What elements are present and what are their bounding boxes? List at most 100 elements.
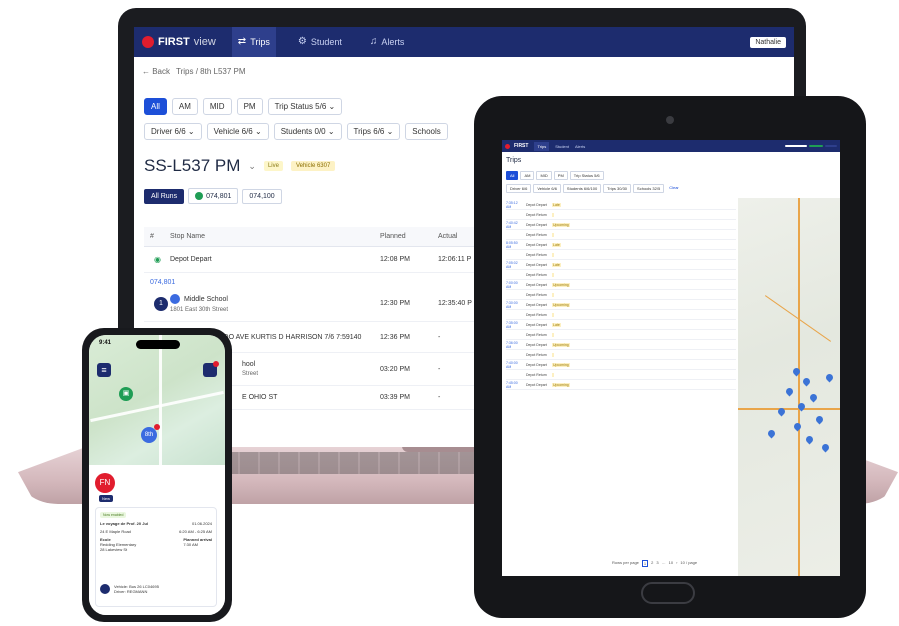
- trip-row[interactable]: 7:05:02 AM Depot Depart Late: [506, 260, 736, 270]
- firstview-logo[interactable]: FIRST: [505, 143, 528, 149]
- trip-row[interactable]: Depot Return: [506, 210, 736, 220]
- trip-row[interactable]: 7:40:42 AM Depot Depart Upcoming: [506, 220, 736, 230]
- avatar[interactable]: FN: [95, 473, 115, 493]
- tablet-user-box[interactable]: [785, 145, 837, 147]
- trip-status-dropdown[interactable]: Trip Status 5/6 ⌄: [267, 98, 343, 115]
- trip-row[interactable]: 7:00:00 AM Depot Depart Upcoming: [506, 280, 736, 290]
- tab-run-1[interactable]: 074,801: [188, 188, 239, 204]
- trip-row[interactable]: Depot Return: [506, 350, 736, 360]
- filter-mid[interactable]: MID: [536, 171, 552, 180]
- trip-row[interactable]: Depot Return: [506, 330, 736, 340]
- trips-dropdown[interactable]: Trips 6/6 ⌄: [346, 123, 401, 140]
- phone-map[interactable]: 9:41 ≡ ▣ 8th: [89, 335, 225, 465]
- tab-all-runs[interactable]: All Runs: [144, 188, 185, 204]
- trip-row[interactable]: 7:45:00 AM Depot Depart Upcoming: [506, 380, 736, 390]
- trip-time[interactable]: 7:40:42 AM: [506, 221, 522, 229]
- nav-tab-student[interactable]: ⚙ Student: [292, 27, 348, 57]
- trip-time[interactable]: 7:36:00 AM: [506, 341, 522, 349]
- tab-run-2[interactable]: 074,100: [242, 188, 282, 204]
- page-1[interactable]: 1: [641, 560, 649, 567]
- stop-marker[interactable]: 8th: [141, 424, 160, 443]
- trip-status-dropdown[interactable]: Trip Status 5/6: [569, 171, 604, 180]
- trip-row[interactable]: Depot Return: [506, 230, 736, 240]
- nav-tab-trips[interactable]: ⇄ Trips: [231, 27, 276, 57]
- filter-pm[interactable]: PM: [236, 98, 263, 115]
- students-dropdown[interactable]: Students 0/0 ⌄: [273, 123, 342, 140]
- trip-time[interactable]: 7:45:00 AM: [506, 381, 522, 389]
- trip-row[interactable]: Depot Return: [506, 270, 736, 280]
- vehicle-dropdown[interactable]: Vehicle 6/6: [533, 184, 561, 193]
- trip-time[interactable]: 7:30:00 AM: [506, 301, 522, 309]
- tablet-attribute-filters: Driver 6/6 Vehicle 6/6 Students 6/6/100 …: [502, 182, 840, 195]
- trip-id-link[interactable]: 074,801: [144, 273, 484, 286]
- filter-am[interactable]: AM: [520, 171, 535, 180]
- bus-pin-icon[interactable]: [804, 434, 815, 445]
- page-10[interactable]: 10: [669, 560, 673, 567]
- search-box[interactable]: [785, 145, 807, 147]
- back-link[interactable]: ← Back: [142, 67, 170, 76]
- bus-icon[interactable]: ▣: [119, 387, 133, 401]
- trip-time[interactable]: 7:05:02 AM: [506, 261, 522, 269]
- bus-pin-icon[interactable]: [792, 421, 803, 432]
- trip-time[interactable]: 8:05:50 AM: [506, 241, 522, 249]
- next-page-icon[interactable]: ›: [676, 560, 677, 567]
- trips-dropdown[interactable]: Trips 30/30: [603, 184, 632, 193]
- table-row[interactable]: ◉ Depot Depart 12:08 PM 12:06:11 P: [144, 247, 484, 273]
- trip-row[interactable]: 7:40:00 AM Depot Depart Upcoming: [506, 360, 736, 370]
- user-chip[interactable]: [825, 145, 837, 147]
- driver-dropdown[interactable]: Driver 6/6: [506, 184, 532, 193]
- filter-am[interactable]: AM: [171, 98, 198, 115]
- trip-row[interactable]: 7:35:00 AM Depot Depart Late: [506, 320, 736, 330]
- home-button[interactable]: [641, 582, 695, 604]
- status-badge: [552, 252, 554, 257]
- clear-filters-button[interactable]: Clear: [666, 184, 682, 193]
- page-size-select[interactable]: 10 / page: [680, 560, 697, 567]
- trip-time[interactable]: 7:35:00 AM: [506, 321, 522, 329]
- bus-pin-icon[interactable]: [824, 372, 835, 383]
- trip-row[interactable]: Depot Return: [506, 310, 736, 320]
- chevron-down-icon[interactable]: ⌄: [248, 161, 256, 172]
- tablet-top-nav: FIRST Trips Student Alerts: [502, 140, 840, 152]
- bus-pin-icon[interactable]: [801, 376, 812, 387]
- user-menu[interactable]: Nathalie: [750, 36, 786, 48]
- schools-dropdown[interactable]: Schools 32/5: [633, 184, 665, 193]
- trip-time[interactable]: 7:35:12 AM: [506, 201, 522, 209]
- trip-row[interactable]: Depot Return: [506, 290, 736, 300]
- nav-tab-alerts[interactable]: ♫ Alerts: [364, 27, 411, 57]
- trip-time[interactable]: 7:40:00 AM: [506, 361, 522, 369]
- trip-card[interactable]: Now enabled Le voyage de Prof. 20 Jul 01…: [95, 507, 217, 607]
- filter-all[interactable]: All: [144, 98, 167, 115]
- trip-row[interactable]: 8:05:50 AM Depot Depart Late: [506, 240, 736, 250]
- trip-row[interactable]: 7:30:00 AM Depot Depart Upcoming: [506, 300, 736, 310]
- nav-tab-alerts[interactable]: Alerts: [575, 144, 585, 149]
- trip-time[interactable]: 7:00:00 AM: [506, 281, 522, 289]
- trip-row[interactable]: Depot Return: [506, 250, 736, 260]
- trip-row[interactable]: 7:36:00 AM Depot Depart Upcoming: [506, 340, 736, 350]
- status-badge: Late: [552, 262, 561, 267]
- schools-dropdown[interactable]: Schools: [405, 123, 448, 140]
- page-2[interactable]: 2: [651, 560, 653, 567]
- filter-mid[interactable]: MID: [202, 98, 232, 115]
- page-3[interactable]: 3: [656, 560, 658, 567]
- notification-bell-icon[interactable]: [203, 361, 219, 377]
- nav-tab-label: Alerts: [381, 37, 405, 47]
- trip-date: 01.06.2024: [191, 521, 212, 526]
- trip-row[interactable]: Depot Return: [506, 370, 736, 380]
- students-dropdown[interactable]: Students 6/6/100: [562, 184, 602, 193]
- nav-tab-trips[interactable]: Trips: [534, 141, 550, 151]
- nav-tab-student[interactable]: Student: [555, 144, 569, 149]
- menu-icon[interactable]: ≡: [97, 363, 111, 377]
- bus-pin-icon[interactable]: [814, 414, 825, 425]
- bus-pin-icon[interactable]: [820, 442, 831, 453]
- table-row[interactable]: 1 Middle School 1801 East 30th Street 12…: [144, 286, 484, 322]
- bus-pin-icon[interactable]: [808, 392, 819, 403]
- firstview-logo[interactable]: FIRST view: [142, 36, 216, 48]
- driver-dropdown[interactable]: Driver 6/6 ⌄: [144, 123, 202, 140]
- bus-pin-icon[interactable]: [784, 386, 795, 397]
- trip-row[interactable]: 7:35:12 AM Depot Depart Late: [506, 200, 736, 210]
- bus-pin-icon[interactable]: [766, 428, 777, 439]
- filter-pm[interactable]: PM: [553, 171, 568, 180]
- trips-map[interactable]: [738, 198, 840, 576]
- filter-all[interactable]: All: [506, 171, 519, 180]
- vehicle-dropdown[interactable]: Vehicle 6/6 ⌄: [206, 123, 269, 140]
